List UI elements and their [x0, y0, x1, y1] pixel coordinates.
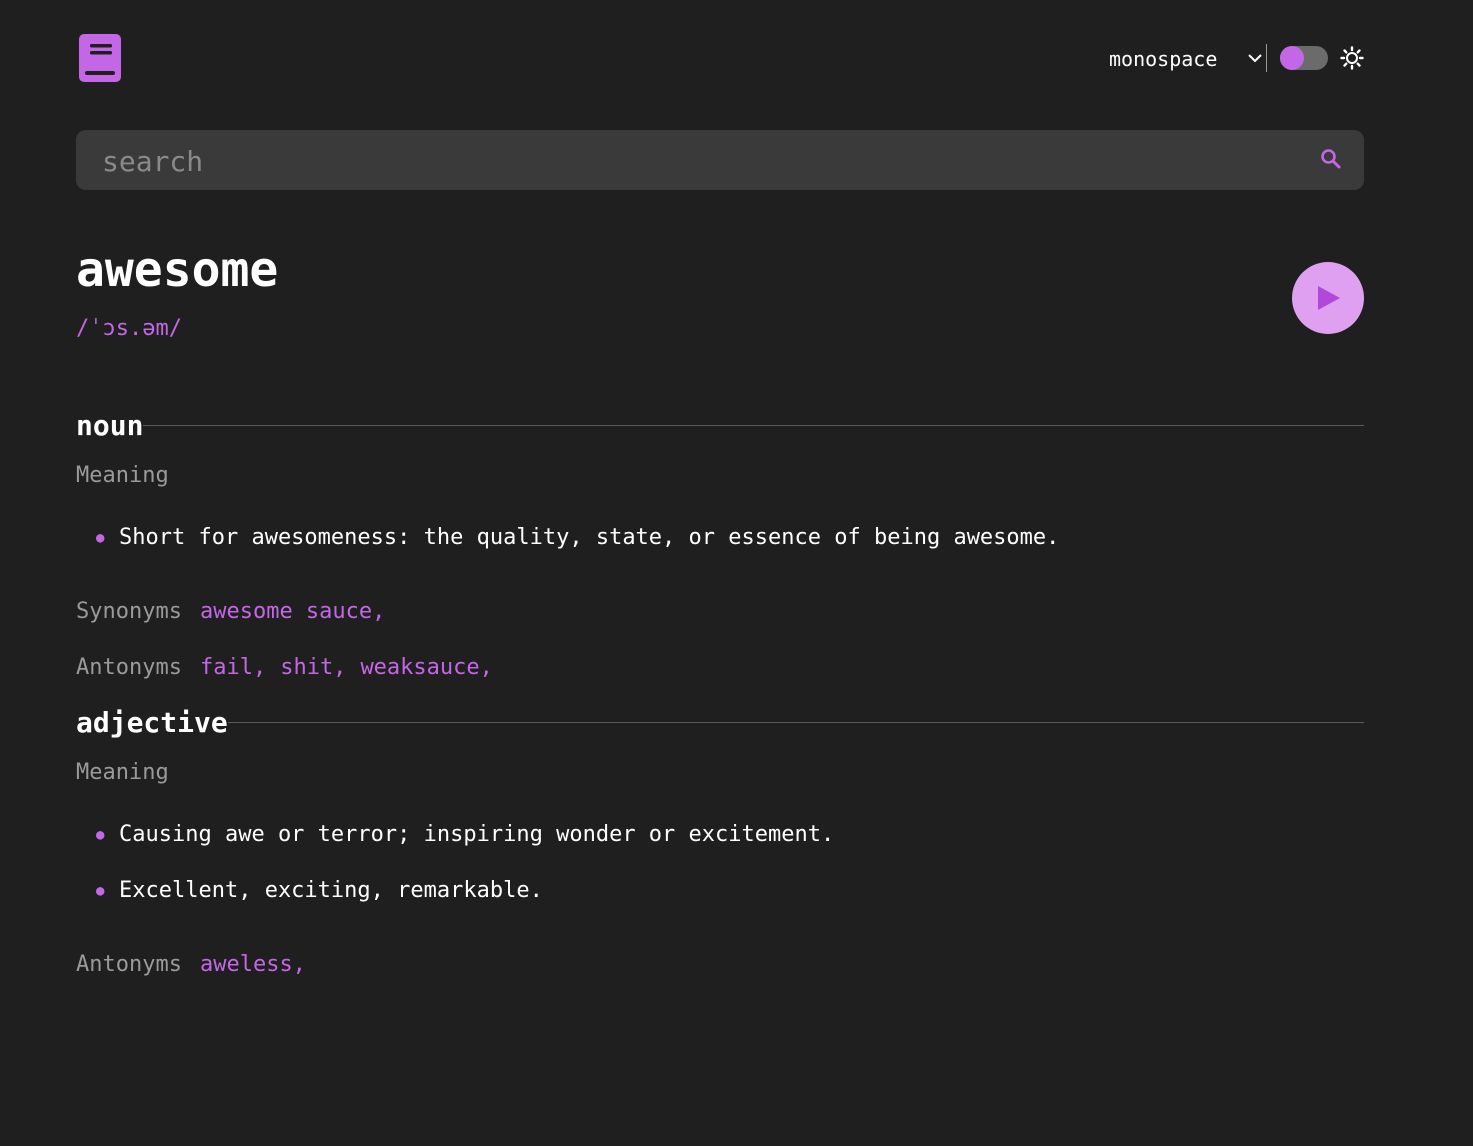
definition-item: ● Short for awesomeness: the quality, st…: [96, 525, 1059, 550]
search-bar: [76, 130, 1364, 192]
antonym-link[interactable]: shit,: [280, 655, 346, 680]
definition-text: Causing awe or terror; inspiring wonder …: [119, 822, 835, 847]
synonyms-label: Synonyms: [76, 599, 182, 624]
noun-antonyms: Antonyms fail, shit, weaksauce,: [76, 655, 507, 680]
definition-text: Short for awesomeness: the quality, stat…: [119, 525, 1060, 550]
definition-item: ● Causing awe or terror; inspiring wonde…: [96, 822, 834, 847]
antonyms-label: Antonyms: [76, 952, 182, 977]
chevron-down-icon[interactable]: [1246, 49, 1264, 67]
font-select-value: monospace: [1109, 47, 1218, 71]
adjective-meaning-label: Meaning: [76, 760, 169, 785]
part-of-speech-noun: noun: [76, 408, 144, 442]
search-input[interactable]: [100, 130, 1304, 192]
noun-meaning-label: Meaning: [76, 463, 169, 488]
definition-item: ● Excellent, exciting, remarkable.: [96, 878, 543, 903]
header: monospace: [76, 32, 1364, 84]
part-of-speech-adjective: adjective: [76, 705, 228, 739]
play-icon: [1318, 286, 1340, 310]
book-icon[interactable]: [79, 34, 121, 82]
antonyms-label: Antonyms: [76, 655, 182, 680]
adjective-antonyms: Antonyms aweless,: [76, 952, 320, 977]
section-divider: [143, 424, 1364, 426]
header-divider: [1266, 44, 1267, 72]
section-divider: [227, 721, 1364, 723]
definition-text: Excellent, exciting, remarkable.: [119, 878, 543, 903]
synonym-link[interactable]: awesome sauce,: [200, 599, 385, 624]
play-audio-button[interactable]: [1292, 262, 1364, 334]
bullet: ●: [96, 529, 105, 546]
theme-toggle[interactable]: [1280, 46, 1328, 70]
noun-heading: noun: [76, 408, 1364, 442]
theme-toggle-knob: [1280, 46, 1304, 70]
antonym-link[interactable]: aweless,: [200, 952, 306, 977]
search-icon[interactable]: [1319, 147, 1343, 171]
phonetic: /ˈɔs.əm/: [76, 316, 182, 341]
antonym-link[interactable]: weaksauce,: [360, 655, 492, 680]
bullet: ●: [96, 826, 105, 843]
word-title: awesome: [76, 242, 279, 298]
adjective-heading: adjective: [76, 705, 1364, 739]
font-select[interactable]: monospace: [1109, 42, 1262, 76]
noun-synonyms: Synonyms awesome sauce,: [76, 599, 399, 624]
sun-icon: [1340, 46, 1364, 70]
bullet: ●: [96, 882, 105, 899]
antonym-link[interactable]: fail,: [200, 655, 266, 680]
